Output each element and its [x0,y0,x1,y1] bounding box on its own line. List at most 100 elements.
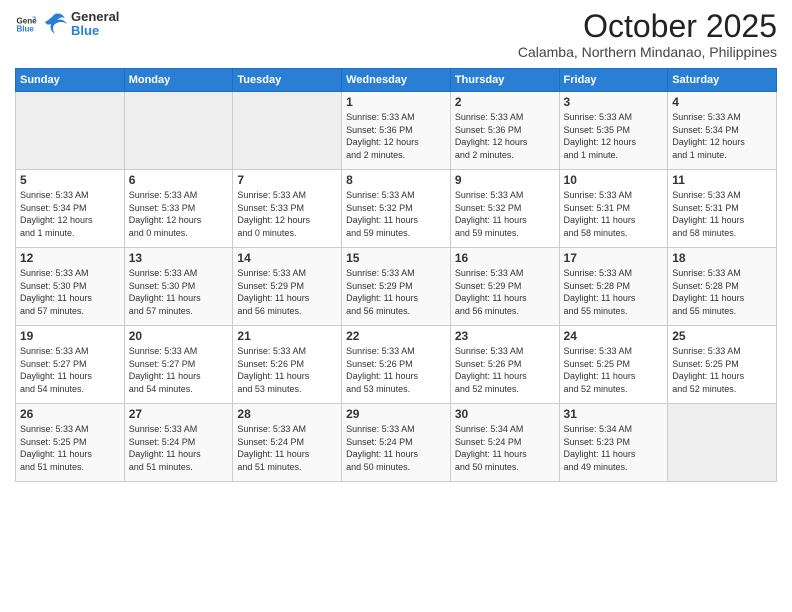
day-info: Sunrise: 5:33 AM Sunset: 5:34 PM Dayligh… [20,189,120,239]
day-info: Sunrise: 5:34 AM Sunset: 5:23 PM Dayligh… [564,423,664,473]
day-info: Sunrise: 5:33 AM Sunset: 5:24 PM Dayligh… [346,423,446,473]
day-number: 25 [672,329,772,343]
day-number: 31 [564,407,664,421]
day-number: 22 [346,329,446,343]
calendar-cell: 26Sunrise: 5:33 AM Sunset: 5:25 PM Dayli… [16,404,125,482]
day-number: 16 [455,251,555,265]
weekday-header-row: SundayMondayTuesdayWednesdayThursdayFrid… [16,69,777,92]
calendar-table: SundayMondayTuesdayWednesdayThursdayFrid… [15,68,777,482]
day-info: Sunrise: 5:33 AM Sunset: 5:27 PM Dayligh… [129,345,229,395]
calendar-week-row: 1 Sunrise: 5:33 AM Sunset: 5:36 PM Daylig… [16,92,777,170]
day-info: Sunrise: 5:33 AM Sunset: 5:32 PM Dayligh… [455,189,555,239]
day-info: Sunrise: 5:33 AM Sunset: 5:36 PM Dayligh… [346,111,446,161]
day-info: Sunrise: 5:33 AM Sunset: 5:24 PM Dayligh… [237,423,337,473]
day-number: 6 [129,173,229,187]
calendar-cell: 12 Sunrise: 5:33 AM Sunset: 5:30 PM Dayli… [16,248,125,326]
weekday-header-wednesday: Wednesday [342,69,451,92]
day-info: Sunrise: 5:33 AM Sunset: 5:31 PM Dayligh… [564,189,664,239]
logo: General Blue General Blue [15,10,119,39]
day-number: 5 [20,173,120,187]
calendar-cell: 14Sunrise: 5:33 AM Sunset: 5:29 PM Dayli… [233,248,342,326]
day-number: 17 [564,251,664,265]
day-info: Sunrise: 5:33 AM Sunset: 5:28 PM Dayligh… [672,267,772,317]
calendar-cell: 25Sunrise: 5:33 AM Sunset: 5:25 PM Dayli… [668,326,777,404]
day-info: Sunrise: 5:33 AM Sunset: 5:32 PM Dayligh… [346,189,446,239]
calendar-cell: 8 Sunrise: 5:33 AM Sunset: 5:32 PM Daylig… [342,170,451,248]
day-info: Sunrise: 5:33 AM Sunset: 5:26 PM Dayligh… [237,345,337,395]
logo-bird-icon [41,10,69,38]
day-number: 29 [346,407,446,421]
calendar-cell: 18 Sunrise: 5:33 AM Sunset: 5:28 PM Dayli… [668,248,777,326]
calendar-cell: 4Sunrise: 5:33 AM Sunset: 5:34 PM Daylig… [668,92,777,170]
calendar-cell [233,92,342,170]
day-number: 18 [672,251,772,265]
day-number: 7 [237,173,337,187]
day-info: Sunrise: 5:33 AM Sunset: 5:29 PM Dayligh… [346,267,446,317]
calendar-cell: 22 Sunrise: 5:33 AM Sunset: 5:26 PM Dayli… [342,326,451,404]
weekday-header-thursday: Thursday [450,69,559,92]
calendar-cell: 7 Sunrise: 5:33 AM Sunset: 5:33 PM Daylig… [233,170,342,248]
logo-blue-text: Blue [71,24,119,38]
day-info: Sunrise: 5:34 AM Sunset: 5:24 PM Dayligh… [455,423,555,473]
calendar-cell: 29 Sunrise: 5:33 AM Sunset: 5:24 PM Dayli… [342,404,451,482]
day-info: Sunrise: 5:33 AM Sunset: 5:24 PM Dayligh… [129,423,229,473]
day-number: 2 [455,95,555,109]
weekday-header-monday: Monday [124,69,233,92]
calendar-week-row: 5 Sunrise: 5:33 AM Sunset: 5:34 PM Daylig… [16,170,777,248]
day-number: 8 [346,173,446,187]
day-number: 23 [455,329,555,343]
day-number: 24 [564,329,664,343]
day-info: Sunrise: 5:33 AM Sunset: 5:26 PM Dayligh… [346,345,446,395]
day-number: 1 [346,95,446,109]
day-number: 3 [564,95,664,109]
day-number: 10 [564,173,664,187]
day-number: 11 [672,173,772,187]
location-title: Calamba, Northern Mindanao, Philippines [518,44,777,60]
calendar-week-row: 12 Sunrise: 5:33 AM Sunset: 5:30 PM Dayli… [16,248,777,326]
day-info: Sunrise: 5:33 AM Sunset: 5:30 PM Dayligh… [20,267,120,317]
day-info: Sunrise: 5:33 AM Sunset: 5:34 PM Dayligh… [672,111,772,161]
month-title: October 2025 [518,10,777,42]
calendar-cell: 28 Sunrise: 5:33 AM Sunset: 5:24 PM Dayli… [233,404,342,482]
day-info: Sunrise: 5:33 AM Sunset: 5:27 PM Dayligh… [20,345,120,395]
weekday-header-friday: Friday [559,69,668,92]
calendar-cell: 11 Sunrise: 5:33 AM Sunset: 5:31 PM Dayli… [668,170,777,248]
day-info: Sunrise: 5:33 AM Sunset: 5:29 PM Dayligh… [455,267,555,317]
calendar-cell: 20Sunrise: 5:33 AM Sunset: 5:27 PM Dayli… [124,326,233,404]
day-number: 19 [20,329,120,343]
day-number: 21 [237,329,337,343]
day-info: Sunrise: 5:33 AM Sunset: 5:33 PM Dayligh… [237,189,337,239]
calendar-cell: 9 Sunrise: 5:33 AM Sunset: 5:32 PM Daylig… [450,170,559,248]
calendar-week-row: 26Sunrise: 5:33 AM Sunset: 5:25 PM Dayli… [16,404,777,482]
calendar-cell [668,404,777,482]
calendar-cell: 5 Sunrise: 5:33 AM Sunset: 5:34 PM Daylig… [16,170,125,248]
svg-text:Blue: Blue [16,25,34,34]
calendar-cell: 6Sunrise: 5:33 AM Sunset: 5:33 PM Daylig… [124,170,233,248]
day-info: Sunrise: 5:33 AM Sunset: 5:31 PM Dayligh… [672,189,772,239]
day-number: 9 [455,173,555,187]
day-number: 15 [346,251,446,265]
logo-general-text: General [71,10,119,24]
day-number: 12 [20,251,120,265]
weekday-header-saturday: Saturday [668,69,777,92]
calendar-cell: 1 Sunrise: 5:33 AM Sunset: 5:36 PM Daylig… [342,92,451,170]
calendar-cell: 17 Sunrise: 5:33 AM Sunset: 5:28 PM Dayli… [559,248,668,326]
calendar-cell: 10 Sunrise: 5:33 AM Sunset: 5:31 PM Dayli… [559,170,668,248]
calendar-cell: 30 Sunrise: 5:34 AM Sunset: 5:24 PM Dayli… [450,404,559,482]
day-number: 27 [129,407,229,421]
calendar-cell: 21 Sunrise: 5:33 AM Sunset: 5:26 PM Dayli… [233,326,342,404]
day-number: 30 [455,407,555,421]
calendar-cell: 19 Sunrise: 5:33 AM Sunset: 5:27 PM Dayli… [16,326,125,404]
day-info: Sunrise: 5:33 AM Sunset: 5:36 PM Dayligh… [455,111,555,161]
day-info: Sunrise: 5:33 AM Sunset: 5:25 PM Dayligh… [20,423,120,473]
logo-icon: General Blue [15,13,37,35]
calendar-cell: 2 Sunrise: 5:33 AM Sunset: 5:36 PM Daylig… [450,92,559,170]
calendar-cell: 27 Sunrise: 5:33 AM Sunset: 5:24 PM Dayli… [124,404,233,482]
calendar-cell: 15 Sunrise: 5:33 AM Sunset: 5:29 PM Dayli… [342,248,451,326]
calendar-cell: 13Sunrise: 5:33 AM Sunset: 5:30 PM Dayli… [124,248,233,326]
day-info: Sunrise: 5:33 AM Sunset: 5:35 PM Dayligh… [564,111,664,161]
day-number: 28 [237,407,337,421]
day-info: Sunrise: 5:33 AM Sunset: 5:28 PM Dayligh… [564,267,664,317]
day-info: Sunrise: 5:33 AM Sunset: 5:25 PM Dayligh… [564,345,664,395]
calendar-cell: 3 Sunrise: 5:33 AM Sunset: 5:35 PM Daylig… [559,92,668,170]
